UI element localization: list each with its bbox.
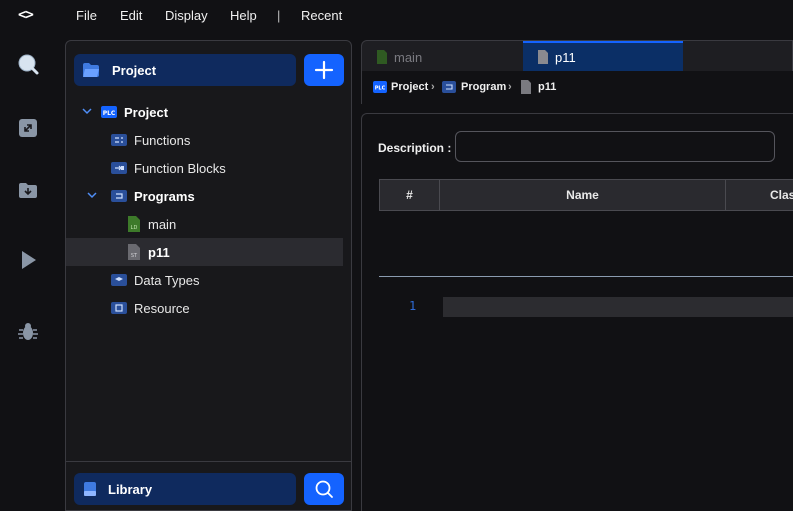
line-number: 1 — [409, 299, 417, 313]
breadcrumb-program[interactable]: Program — [461, 81, 506, 93]
plc-icon: PLC — [373, 81, 387, 93]
library-header-label: Library — [108, 482, 153, 497]
tree-label: Resource — [134, 301, 190, 316]
tab-p11[interactable]: p11 — [523, 41, 683, 72]
tree-item-resource[interactable]: Resource — [66, 294, 343, 322]
column-name[interactable]: Name — [440, 180, 726, 210]
svg-text:ST: ST — [131, 253, 138, 259]
tree-item-function-blocks[interactable]: Function Blocks — [66, 154, 343, 182]
tree-label: Function Blocks — [134, 161, 226, 176]
chevron-right-icon: › — [508, 81, 512, 93]
search-icon[interactable] — [16, 52, 40, 76]
breadcrumb: PLC Project › Program › p11 — [361, 71, 793, 104]
column-number[interactable]: # — [380, 180, 440, 210]
project-explorer: Project PLC Project Functions Function B… — [65, 40, 352, 511]
menu-display[interactable]: Display — [165, 8, 208, 23]
code-logo-icon: <> — [18, 7, 34, 23]
chevron-down-icon[interactable] — [86, 189, 98, 201]
download-icon[interactable] — [16, 178, 40, 202]
pane-splitter[interactable] — [379, 276, 793, 277]
editor-pane: Description : # Name Clas 1 — [361, 113, 793, 511]
st-file-icon — [521, 80, 531, 94]
st-file-icon — [538, 50, 548, 64]
tree-label: Programs — [134, 189, 195, 204]
tab-label: main — [394, 50, 423, 65]
chevron-down-icon[interactable] — [81, 105, 93, 117]
library-icon — [84, 482, 96, 496]
plc-icon: PLC — [101, 106, 117, 118]
tree-label: p11 — [148, 245, 170, 260]
st-file-icon: ST — [128, 244, 140, 260]
library-divider — [66, 461, 351, 462]
library-search-button[interactable] — [304, 473, 344, 505]
tree-item-p11[interactable]: ST p11 — [66, 238, 343, 266]
menu-edit[interactable]: Edit — [120, 8, 142, 23]
svg-text:PLC: PLC — [103, 110, 116, 117]
code-line-current[interactable] — [443, 297, 793, 317]
column-class[interactable]: Clas — [726, 180, 793, 210]
project-header[interactable]: Project — [74, 54, 296, 86]
menu-file[interactable]: File — [76, 8, 97, 23]
ld-file-icon — [377, 50, 387, 64]
tree-label: Functions — [134, 133, 191, 148]
tree-item-programs[interactable]: Programs — [66, 182, 343, 210]
plus-icon — [314, 60, 334, 80]
debug-icon[interactable] — [16, 320, 40, 344]
function-blocks-folder-icon — [111, 162, 127, 174]
svg-text:LD: LD — [131, 225, 138, 231]
tree-label: main — [148, 217, 177, 232]
variables-table-header: # Name Clas — [379, 179, 793, 211]
tab-main[interactable]: main — [362, 41, 523, 72]
search-icon — [315, 480, 333, 498]
library-header[interactable]: Library — [74, 473, 296, 505]
tree-item-main[interactable]: LD main — [66, 210, 343, 238]
tree-item-project[interactable]: PLC Project — [66, 98, 343, 126]
add-button[interactable] — [304, 54, 344, 86]
folder-open-icon — [83, 63, 99, 77]
editor-tabs: main p11 — [361, 40, 793, 72]
description-input[interactable] — [455, 131, 775, 162]
expand-icon[interactable] — [16, 116, 40, 140]
chevron-right-icon: › — [431, 81, 435, 93]
project-header-label: Project — [112, 63, 157, 78]
programs-folder-icon — [111, 190, 127, 202]
run-icon[interactable] — [16, 248, 40, 272]
breadcrumb-project[interactable]: Project — [391, 81, 428, 93]
programs-folder-icon — [442, 81, 456, 93]
menu-help[interactable]: Help — [230, 8, 257, 23]
svg-text:PLC: PLC — [375, 86, 386, 92]
activity-bar — [0, 32, 56, 511]
menu-recent[interactable]: Recent — [301, 8, 342, 23]
tree-item-data-types[interactable]: Data Types — [66, 266, 343, 294]
description-label: Description : — [378, 141, 452, 155]
data-types-folder-icon — [111, 274, 127, 286]
menu-bar: <> File Edit Display Help | Recent — [0, 0, 793, 32]
tab-label: p11 — [555, 50, 576, 65]
breadcrumb-p11[interactable]: p11 — [538, 81, 556, 93]
tree-label: Project — [124, 105, 169, 120]
functions-folder-icon — [111, 134, 127, 146]
menu-separator: | — [277, 8, 281, 23]
ld-file-icon: LD — [128, 216, 140, 232]
resource-folder-icon — [111, 302, 127, 314]
tree-item-functions[interactable]: Functions — [66, 126, 343, 154]
tree-label: Data Types — [134, 273, 200, 288]
